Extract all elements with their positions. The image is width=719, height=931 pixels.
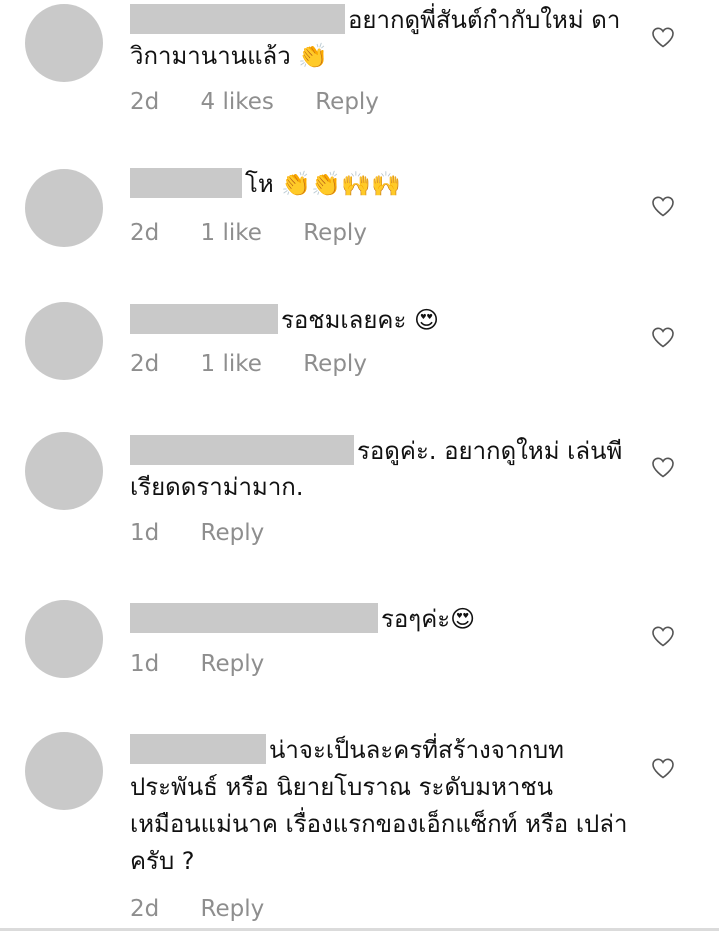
comment-text: รอชมเลยคะ 😍 — [281, 306, 439, 334]
avatar[interactable] — [25, 600, 103, 678]
comment-meta: 2d 1 like Reply — [130, 350, 401, 378]
comment-text-wrap: โห 👏👏🙌🙌 — [130, 166, 630, 202]
likes-count[interactable]: 1 like — [201, 220, 262, 246]
comment-meta: 2d 1 like Reply — [130, 219, 401, 247]
reply-button[interactable]: Reply — [201, 520, 265, 546]
comment-meta: 2d Reply — [130, 895, 298, 923]
reply-button[interactable]: Reply — [201, 896, 265, 922]
comment-time: 1d — [130, 520, 160, 546]
comment-text: โห 👏👏🙌🙌 — [245, 170, 401, 198]
heart-outline-icon[interactable] — [651, 195, 675, 217]
avatar[interactable] — [25, 432, 103, 510]
comment-time: 2d — [130, 220, 160, 246]
redacted-username[interactable] — [130, 734, 266, 764]
comment-meta: 1d Reply — [130, 650, 298, 678]
comment-text-wrap: รอชมเลยคะ 😍 — [130, 302, 630, 338]
avatar[interactable] — [25, 4, 103, 82]
heart-outline-icon[interactable] — [651, 625, 675, 647]
heart-outline-icon[interactable] — [651, 456, 675, 478]
likes-count[interactable]: 4 likes — [201, 89, 274, 115]
comment-text-wrap: น่าจะเป็นละครที่สร้างจากบท ประพันธ์ หรือ… — [130, 732, 630, 880]
comment-time: 1d — [130, 651, 160, 677]
redacted-username[interactable] — [130, 435, 354, 465]
comment-meta: 1d Reply — [130, 519, 298, 547]
heart-outline-icon[interactable] — [651, 757, 675, 779]
redacted-username[interactable] — [130, 168, 242, 198]
avatar[interactable] — [25, 169, 103, 247]
reply-button[interactable]: Reply — [201, 651, 265, 677]
comment-time: 2d — [130, 89, 160, 115]
avatar[interactable] — [25, 302, 103, 380]
heart-outline-icon[interactable] — [651, 326, 675, 348]
reply-button[interactable]: Reply — [303, 351, 367, 377]
comment-text: รอๆค่ะ😍 — [381, 605, 476, 633]
likes-count[interactable]: 1 like — [201, 351, 262, 377]
comment-text-wrap: รอดูค่ะ. อยากดูใหม่ เล่นพีเรียดดราม่ามาก… — [130, 433, 630, 505]
redacted-username[interactable] — [130, 603, 378, 633]
comment-time: 2d — [130, 896, 160, 922]
comment-meta: 2d 4 likes Reply — [130, 88, 413, 116]
reply-button[interactable]: Reply — [315, 89, 379, 115]
redacted-username[interactable] — [130, 4, 345, 34]
comment-time: 2d — [130, 351, 160, 377]
redacted-username[interactable] — [130, 304, 278, 334]
comment-text-wrap: อยากดูพี่สันต์กำกับใหม่ ดาวิกามานานแล้ว … — [130, 2, 630, 74]
comment-text-wrap: รอๆค่ะ😍 — [130, 601, 630, 637]
reply-button[interactable]: Reply — [303, 220, 367, 246]
heart-outline-icon[interactable] — [651, 26, 675, 48]
avatar[interactable] — [25, 732, 103, 810]
